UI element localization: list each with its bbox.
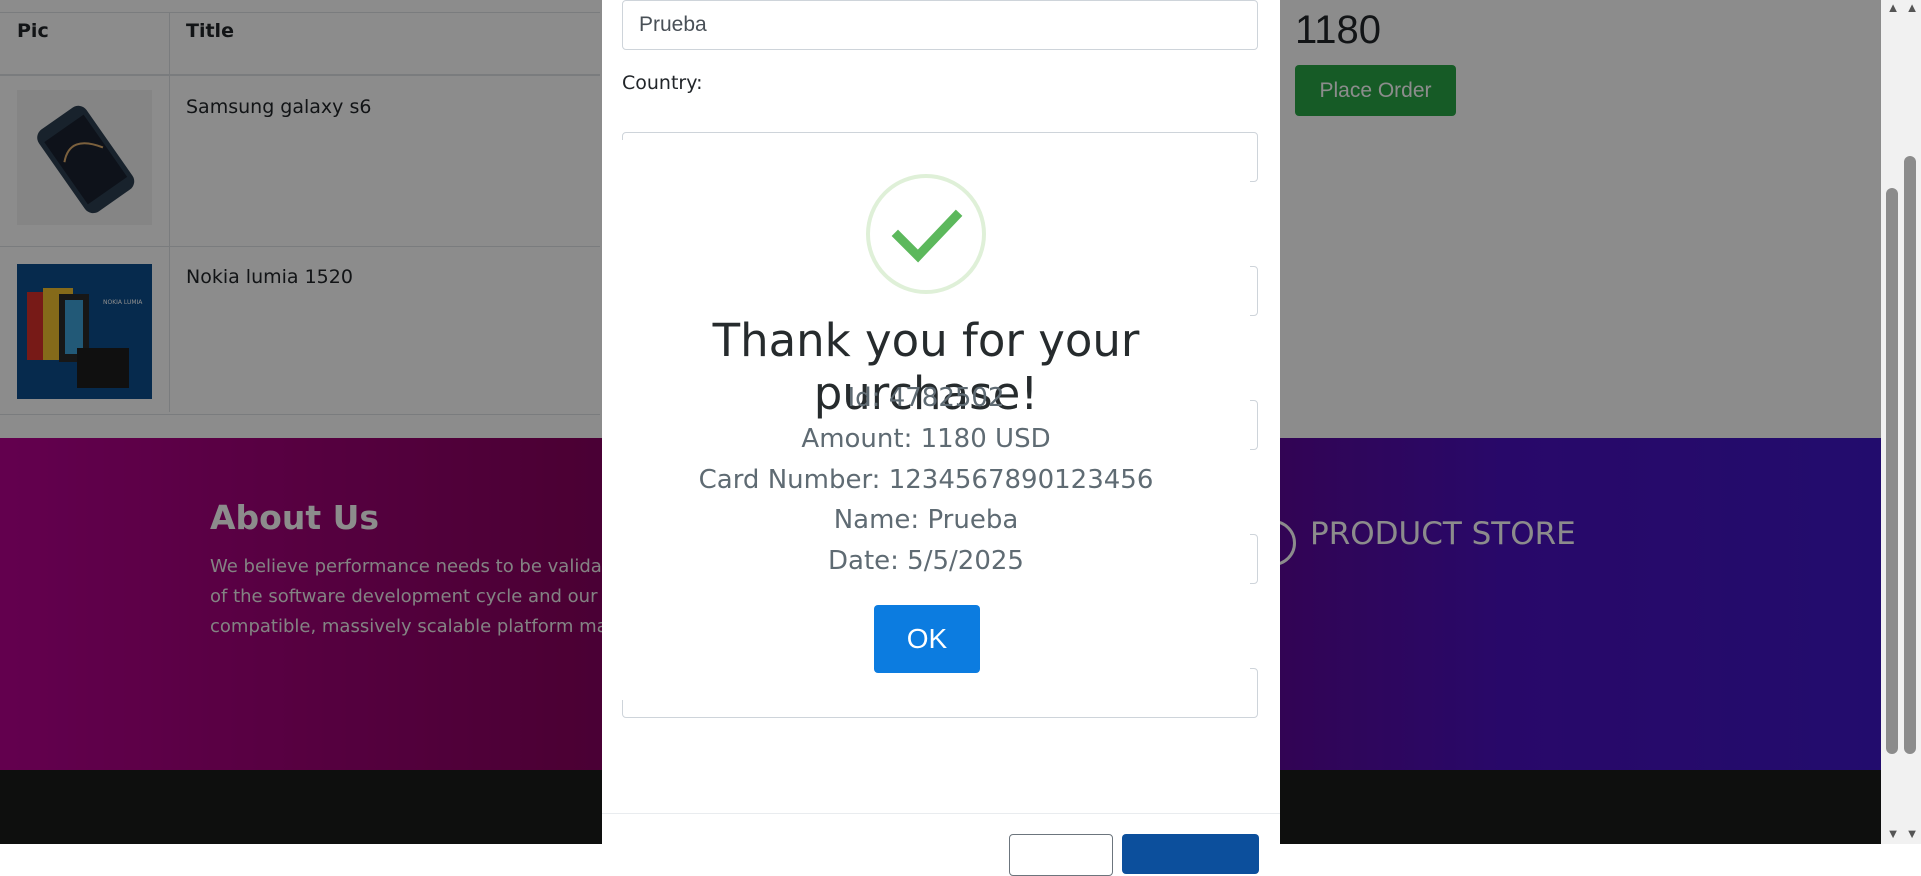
scrollbar-thumb[interactable]: [1904, 156, 1916, 754]
purchase-success-alert: Thank you for your purchase! Id: 4782502…: [602, 140, 1250, 700]
scrollbar-thumb[interactable]: [1886, 188, 1898, 754]
order-date: Date: 5/5/2025: [828, 546, 1024, 576]
scroll-up-icon[interactable]: ▲: [1905, 0, 1919, 16]
order-id: Id: 4782502: [847, 383, 1005, 413]
ok-button[interactable]: OK: [874, 605, 980, 673]
scroll-down-icon[interactable]: ▼: [1905, 826, 1919, 842]
close-button[interactable]: [1009, 834, 1113, 876]
country-label: Country:: [622, 72, 703, 94]
name-field[interactable]: Prueba: [622, 0, 1258, 50]
scroll-down-icon[interactable]: ▼: [1886, 826, 1900, 842]
scroll-up-icon[interactable]: ▲: [1886, 0, 1900, 16]
order-amount: Amount: 1180 USD: [801, 424, 1051, 454]
purchase-button[interactable]: [1122, 834, 1259, 874]
order-name: Name: Prueba: [833, 505, 1019, 535]
success-check-icon: [866, 174, 986, 294]
modal-footer-divider: [602, 813, 1280, 814]
order-card-number: Card Number: 1234567890123456: [698, 465, 1154, 495]
